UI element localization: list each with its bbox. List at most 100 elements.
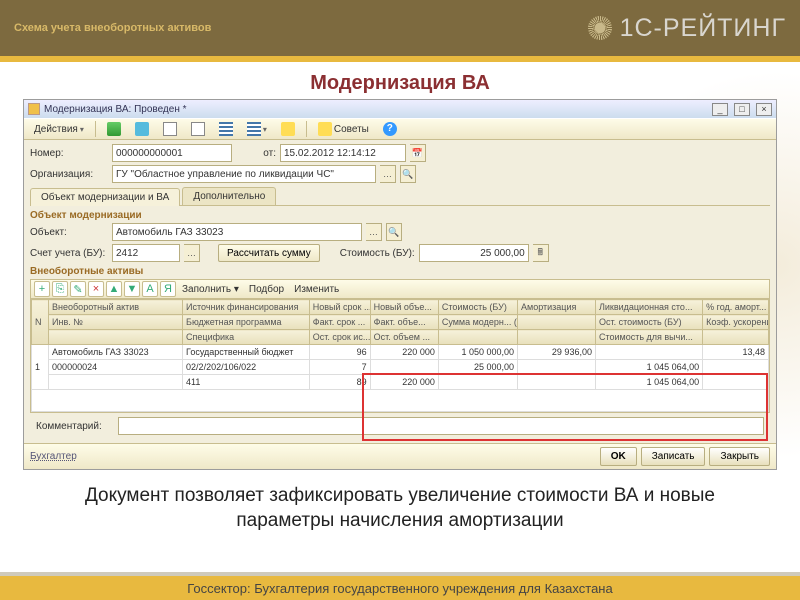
footer: Госсектор: Бухгалтерия государственного … [0,576,800,600]
breadcrumb: Схема учета внеоборотных активов [14,22,211,34]
user-label: Бухгалтер [30,451,77,462]
col-new-term[interactable]: Новый срок ... [309,300,370,315]
comment-input[interactable] [118,417,764,435]
org-input[interactable]: ГУ "Областное управление по ликвидации Ч… [112,165,376,183]
grid-change-button[interactable]: Изменить [290,284,343,295]
col-cost-bu[interactable]: Стоимость (БУ) [438,300,517,315]
comment-label: Комментарий: [36,421,114,432]
grid-add-button[interactable]: + [34,281,50,297]
account-input[interactable]: 2412 [112,244,180,262]
tips-button[interactable]: Советы [312,120,375,138]
from-label: от: [236,148,276,159]
org-label: Организация: [30,169,108,180]
grid-sort2-button[interactable]: Я [160,281,176,297]
col-asset[interactable]: Внеоборотный актив [49,300,183,315]
org-picker-button[interactable]: … [380,165,396,183]
col-ost-cost[interactable]: Ост. стоимость (БУ) [595,315,702,330]
toolbar-btn-2[interactable] [129,120,155,138]
close-window-button[interactable]: Закрыть [709,447,770,466]
col-spec[interactable]: Специфика [183,330,310,345]
table-row[interactable]: 1 Автомобиль ГАЗ 33023 Государственный б… [32,345,769,360]
section-object-header: Объект модернизации [30,210,770,221]
object-picker-button[interactable]: … [366,223,382,241]
number-label: Номер: [30,148,108,159]
table-row[interactable]: 000000024 02/2/202/106/022 7 25 000,00 1… [32,360,769,375]
col-fin[interactable]: Источник финансирования [183,300,310,315]
brand-text: 1С-РЕЙТИНГ [620,14,786,43]
cost-calc-button[interactable]: 🖩 [533,244,549,262]
number-input[interactable]: 000000000001 [112,144,232,162]
org-open-button[interactable]: 🔍 [400,165,416,183]
tabs: Объект модернизации и ВА Дополнительно [30,187,770,206]
close-button[interactable]: × [756,103,772,116]
col-pct[interactable]: % год. аморт... [703,300,769,315]
brand: 1С-РЕЙТИНГ [588,14,786,43]
col-n[interactable]: N [32,300,49,345]
col-fact-vol[interactable]: Факт. объе... [370,315,438,330]
actions-menu[interactable]: Действия▾ [28,120,90,138]
col-koef[interactable]: Коэф. ускорения (БУ) [703,315,769,330]
report-icon [247,122,261,136]
object-label: Объект: [30,227,108,238]
window-title: Модернизация ВА: Проведен * [44,104,706,115]
object-open-button[interactable]: 🔍 [386,223,402,241]
account-label: Счет учета (БУ): [30,248,108,259]
refresh-icon [135,122,149,136]
minimize-button[interactable]: _ [712,103,728,116]
tab-object[interactable]: Объект модернизации и ВА [30,188,180,206]
account-picker-button[interactable]: … [184,244,200,262]
app-window: Модернизация ВА: Проведен * _ □ × Действ… [23,99,777,470]
grid-copy-button[interactable]: ⎘ [52,281,68,297]
restore-button[interactable]: □ [734,103,750,116]
grid-delete-button[interactable]: × [88,281,104,297]
col-fact-term[interactable]: Факт. срок ... [309,315,370,330]
col-ost-term[interactable]: Ост. срок ис... [309,330,370,345]
toolbar-btn-6[interactable]: ▾ [241,120,273,138]
col-ost-vol[interactable]: Ост. объем ... [370,330,438,345]
grid-toolbar: + ⎘ ✎ × ▲ ▼ A Я Заполнить ▾ Подбор Измен… [30,279,770,299]
col-new-vol[interactable]: Новый объе... [370,300,438,315]
window-icon [28,103,40,115]
doc-icon [163,122,177,136]
grid-sort-button[interactable]: A [142,281,158,297]
save-icon [107,122,121,136]
toolbar-btn-4[interactable] [185,120,211,138]
col-liq[interactable]: Ликвидационная сто... [595,300,702,315]
assets-grid[interactable]: N Внеоборотный актив Источник финансиров… [30,299,770,413]
section-assets-header: Внеоборотные активы [30,266,770,277]
grid-fill-button[interactable]: Заполнить ▾ [178,284,243,295]
copy-icon [191,122,205,136]
ok-button[interactable]: OK [600,447,637,466]
struct-icon [281,122,295,136]
grid-down-button[interactable]: ▼ [124,281,140,297]
grid-select-button[interactable]: Подбор [245,284,288,295]
col-calc-cost[interactable]: Стоимость для вычи... [595,330,702,345]
tab-additional[interactable]: Дополнительно [182,187,276,205]
col-amort[interactable]: Амортизация [518,300,596,315]
help-icon: ? [383,122,397,136]
toolbar-btn-3[interactable] [157,120,183,138]
window-button-bar: Бухгалтер OK Записать Закрыть [24,443,776,469]
col-inv[interactable]: Инв. № [49,315,183,330]
calc-sum-button[interactable]: Рассчитать сумму [218,244,320,262]
date-picker-button[interactable]: 📅 [410,144,426,162]
grid-up-button[interactable]: ▲ [106,281,122,297]
main-toolbar: Действия▾ ▾ Советы ? [24,118,776,140]
post-icon [219,122,233,136]
toolbar-btn-5[interactable] [213,120,239,138]
table-row[interactable]: 411 89 220 000 1 045 064,00 [32,375,769,390]
col-sum-mod[interactable]: Сумма модерн... (БУ) [438,315,517,330]
date-input[interactable]: 15.02.2012 12:14:12 [280,144,406,162]
divider-gold [0,56,800,62]
help-button[interactable]: ? [377,120,403,138]
bulb-icon [318,122,332,136]
brand-logo-icon [588,16,612,40]
object-input[interactable]: Автомобиль ГАЗ 33023 [112,223,362,241]
toolbar-btn-7[interactable] [275,120,301,138]
col-prog[interactable]: Бюджетная программа [183,315,310,330]
slide-caption: Документ позволяет зафиксировать увеличе… [40,484,760,533]
cost-input[interactable]: 25 000,00 [419,244,529,262]
save-button[interactable]: Записать [641,447,706,466]
toolbar-btn-1[interactable] [101,120,127,138]
grid-edit-button[interactable]: ✎ [70,281,86,297]
